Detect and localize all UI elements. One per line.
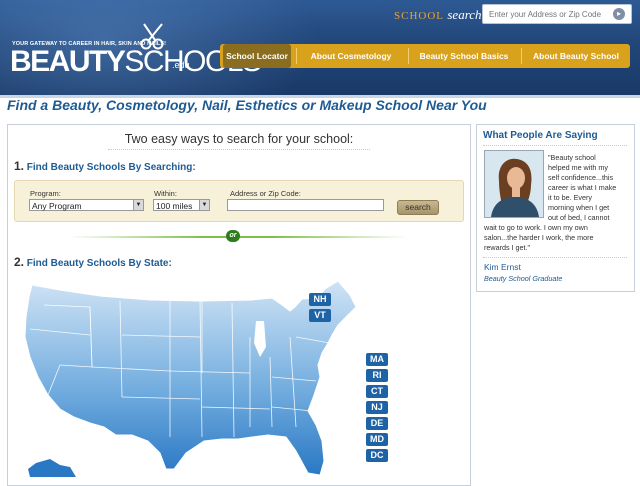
logo-bold: BEAUTY	[10, 45, 126, 78]
state-tag-ri[interactable]: RI	[366, 369, 388, 382]
step2-title[interactable]: Find Beauty Schools By State:	[27, 258, 172, 269]
search-go-icon[interactable]: ▸	[613, 8, 625, 20]
dotted-divider	[483, 145, 627, 146]
map-continental-us	[24, 280, 357, 476]
within-select-value: 100 miles	[156, 201, 193, 211]
quote-line: helped me with my	[548, 163, 608, 172]
nav-about-cosmetology[interactable]: About Cosmetology	[300, 44, 402, 68]
program-select[interactable]: Any Program ▼	[29, 199, 144, 211]
map-alaska	[28, 459, 76, 477]
within-label: Within:	[154, 189, 177, 198]
quote-line: rewards I get."	[484, 243, 531, 252]
quote-line: wait to go to work. I own my own	[484, 223, 588, 232]
state-tag-dc[interactable]: DC	[366, 449, 388, 462]
program-select-value: Any Program	[32, 201, 82, 211]
quote-line: "Beauty school	[548, 153, 596, 162]
step2-number: 2.	[14, 255, 25, 269]
testimonial-author-role: Beauty School Graduate	[484, 274, 563, 283]
quote-line: out of bed, I cannot	[548, 213, 610, 222]
chevron-down-icon: ▼	[133, 200, 143, 210]
nav-about-beauty-school[interactable]: About Beauty School	[525, 44, 627, 68]
quote-line: salon...the harder I work, the more	[484, 233, 594, 242]
header-search-box: ▸	[482, 4, 632, 24]
quote-line: self confidence...this	[548, 173, 614, 182]
testimonial-title: What People Are Saying	[483, 130, 598, 141]
state-tag-de[interactable]: DE	[366, 417, 388, 430]
state-tag-nh[interactable]: NH	[309, 293, 331, 306]
nav-separator	[296, 48, 297, 64]
zip-input[interactable]	[227, 199, 384, 211]
site-header: YOUR GATEWAY TO CAREER IN HAIR, SKIN AND…	[0, 0, 640, 95]
step1-title[interactable]: Find Beauty Schools By Searching:	[27, 162, 196, 173]
school-search-label-1: SCHOOL	[394, 10, 444, 22]
nav-school-locator[interactable]: School Locator	[223, 44, 291, 68]
search-panel: Two easy ways to search for your school:…	[7, 124, 471, 486]
state-tag-nj[interactable]: NJ	[366, 401, 388, 414]
testimonial-photo	[484, 150, 544, 218]
nav-separator	[408, 48, 409, 64]
step1-heading: 1. Find Beauty Schools By Searching:	[14, 159, 196, 173]
quote-line: morning when I get	[548, 203, 610, 212]
dotted-divider	[108, 149, 370, 150]
state-tag-md[interactable]: MD	[366, 433, 388, 446]
search-button[interactable]: search	[397, 200, 439, 215]
dotted-divider	[483, 257, 627, 258]
page-title: Find a Beauty, Cosmetology, Nail, Esthet…	[7, 97, 487, 113]
testimonial-author: Kim Ernst	[484, 262, 521, 272]
step2-heading: 2. Find Beauty Schools By State:	[14, 255, 172, 269]
main-nav: School Locator About Cosmetology Beauty …	[220, 44, 630, 68]
logo-suffix: .edu	[172, 60, 190, 70]
school-search-label-2: search	[447, 7, 482, 22]
testimonial-panel: What People Are Saying "Beauty school he…	[476, 124, 635, 292]
nav-separator	[521, 48, 522, 64]
state-tag-ct[interactable]: CT	[366, 385, 388, 398]
quote-line: career is what I make	[548, 183, 617, 192]
person-photo-icon	[485, 151, 543, 217]
us-state-map[interactable]	[20, 277, 360, 477]
nav-beauty-school-basics[interactable]: Beauty School Basics	[412, 44, 516, 68]
zip-label: Address or Zip Code:	[230, 189, 301, 198]
search-form: Program: Any Program ▼ Within: 100 miles…	[14, 180, 464, 222]
state-tag-vt[interactable]: VT	[309, 309, 331, 322]
within-select[interactable]: 100 miles ▼	[153, 199, 210, 211]
quote-line: it to be. Every	[548, 193, 592, 202]
state-tag-ma[interactable]: MA	[366, 353, 388, 366]
school-search-label: SCHOOL search	[394, 7, 482, 23]
or-badge: or	[226, 230, 240, 242]
program-label: Program:	[30, 189, 61, 198]
header-search-input[interactable]	[489, 7, 601, 21]
chevron-down-icon: ▼	[199, 200, 209, 210]
search-intro-title: Two easy ways to search for your school:	[124, 132, 354, 146]
step1-number: 1.	[14, 159, 25, 173]
